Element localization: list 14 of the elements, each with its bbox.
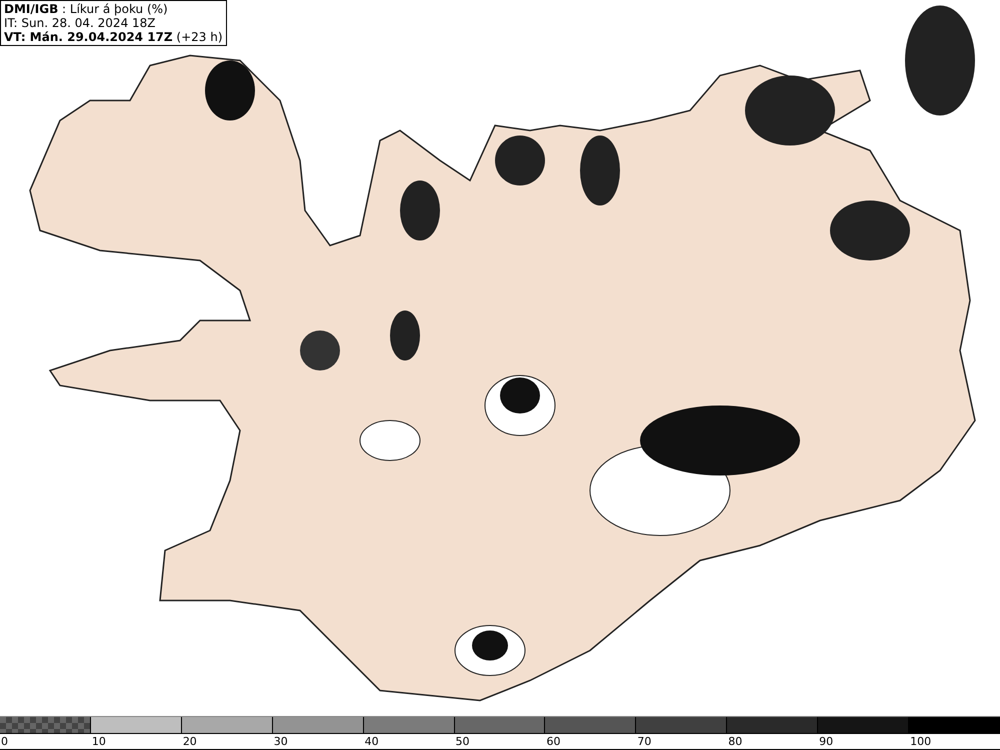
legend-label: 20 xyxy=(182,735,197,748)
legend-label: 80 xyxy=(728,735,742,748)
legend-label: 60 xyxy=(546,735,560,748)
map-title: DMI/IGB : Líkur á þoku (%) xyxy=(4,2,169,16)
legend-label: 90 xyxy=(819,735,834,748)
legend-label: 10 xyxy=(92,735,106,748)
legend-label: 100 xyxy=(910,735,932,748)
legend-label: 50 xyxy=(456,735,470,748)
legend-label: 70 xyxy=(637,735,652,748)
valid-time: VT: Mán. 29.04.2024 17Z (+23 h) xyxy=(4,30,223,44)
legend-label: 30 xyxy=(274,735,288,748)
legend-label: 40 xyxy=(364,735,379,748)
issue-time: IT: Sun. 28. 04. 2024 18Z xyxy=(4,16,157,30)
legend-label: 0 xyxy=(1,735,8,748)
